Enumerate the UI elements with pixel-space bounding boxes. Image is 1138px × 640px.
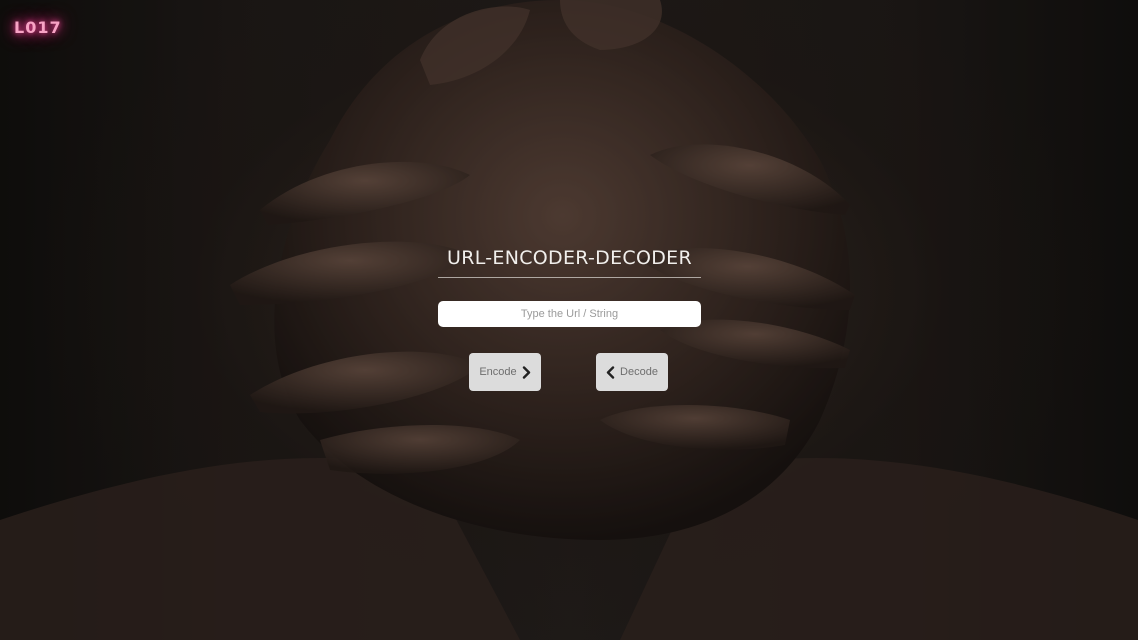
encoder-panel: URL-ENCODER-DECODER Encode Decode xyxy=(438,243,701,393)
action-buttons: Encode Decode xyxy=(438,353,701,393)
encode-button-label: Encode xyxy=(479,366,517,378)
brand-logo[interactable]: L017 xyxy=(14,18,62,37)
encode-button[interactable]: Encode xyxy=(469,353,541,391)
chevron-right-icon xyxy=(522,365,531,379)
decode-button-label: Decode xyxy=(620,366,658,378)
chevron-left-icon xyxy=(606,365,615,379)
page-title: URL-ENCODER-DECODER xyxy=(438,243,701,278)
url-string-input[interactable] xyxy=(438,301,701,327)
decode-button[interactable]: Decode xyxy=(596,353,668,391)
